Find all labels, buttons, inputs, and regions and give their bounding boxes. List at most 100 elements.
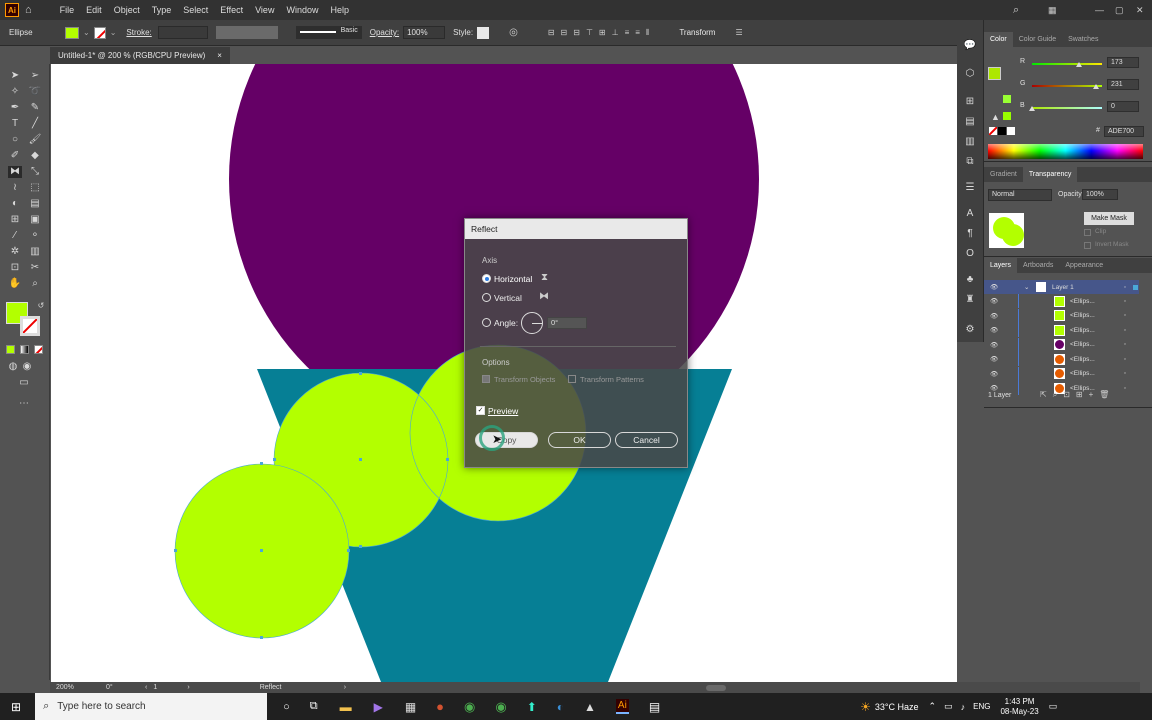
tab-swatches[interactable]: Swatches	[1062, 36, 1104, 43]
ellipse-tool-icon[interactable]: ○	[8, 134, 22, 146]
menu-view[interactable]: View	[249, 5, 280, 15]
align-top-icon[interactable]: ⊤	[586, 28, 593, 37]
target-icon[interactable]: ◦	[1124, 327, 1126, 334]
recolor-icon[interactable]: ◎	[509, 27, 518, 38]
target-icon[interactable]: ◦	[1124, 341, 1126, 348]
align-right-icon[interactable]: ⊟	[573, 28, 580, 37]
b-slider[interactable]	[1032, 107, 1102, 109]
shaper-tool-icon[interactable]: ✐	[8, 150, 22, 162]
new-layer-icon[interactable]: +	[1089, 390, 1100, 399]
visibility-eye-icon[interactable]: 👁	[990, 341, 998, 349]
chrome-icon[interactable]: ◉	[464, 699, 475, 715]
magic-wand-icon[interactable]: ✧	[8, 86, 22, 98]
artboard-tool-icon[interactable]: ⊡	[8, 262, 22, 274]
direct-selection-tool-icon[interactable]: ➢	[28, 70, 42, 82]
tab-layers[interactable]: Layers	[984, 258, 1018, 273]
arrange-icon[interactable]: ▦	[1048, 5, 1057, 16]
preview-checkbox[interactable]: ✓	[476, 406, 485, 415]
sublayer-icon[interactable]: ⊡	[1063, 390, 1076, 399]
tab-gradient[interactable]: Gradient	[984, 171, 1023, 178]
target-icon[interactable]: ◦	[1124, 284, 1126, 291]
warp-tool-icon[interactable]: ≀	[8, 182, 22, 194]
paintbrush-tool-icon[interactable]: 🖌	[28, 134, 42, 146]
shape-builder-icon[interactable]: ◐	[8, 198, 22, 210]
window-maximize-icon[interactable]: ▢	[1115, 5, 1124, 16]
black-swatch[interactable]	[998, 127, 1006, 135]
visibility-eye-icon[interactable]: 👁	[990, 326, 998, 334]
clip-mask-icon[interactable]: ⊞	[1076, 390, 1089, 399]
websafe-swatch[interactable]	[1003, 112, 1011, 120]
out-of-gamut-swatch[interactable]	[1003, 95, 1011, 103]
tab-color[interactable]: Color	[984, 32, 1013, 47]
angle-radio[interactable]	[482, 318, 491, 327]
distribute-v-icon[interactable]: ⫴	[646, 28, 649, 38]
opacity-field[interactable]: 100%	[403, 26, 446, 39]
visual-studio-icon[interactable]: ▶	[374, 700, 383, 714]
horizontal-scrollbar[interactable]	[706, 684, 727, 691]
weather-text[interactable]: 33°C Haze	[875, 702, 919, 712]
target-icon[interactable]: ◦	[1124, 370, 1126, 377]
angle-input[interactable]: 0°	[547, 317, 587, 329]
transform-patterns-label[interactable]: Transform Patterns	[580, 375, 644, 384]
pathfinder-icon[interactable]: ▥	[963, 136, 977, 148]
zoom-field[interactable]: 200%	[56, 684, 96, 691]
status-menu-icon[interactable]: ›	[344, 684, 346, 691]
align-left-icon[interactable]: ⊟	[548, 28, 555, 37]
none-mode-icon[interactable]	[34, 345, 43, 354]
r-value[interactable]: 173	[1107, 57, 1139, 68]
align-panel-icon[interactable]: ▤	[963, 116, 977, 128]
taskbar-search-box[interactable]: ⌕ Type here to search	[35, 693, 268, 720]
g-value[interactable]: 231	[1107, 79, 1139, 90]
layer-row[interactable]: 👁 <Ellips... ◦	[984, 352, 1139, 366]
panel-menu-icon[interactable]: ☰	[735, 28, 742, 37]
fill-swatch[interactable]	[65, 26, 79, 39]
powerpoint-icon[interactable]: ●	[436, 699, 444, 714]
expand-chevron-icon[interactable]: ⌄	[1024, 283, 1029, 291]
r-slider[interactable]	[1032, 63, 1102, 65]
screen-mode-icon[interactable]: ▭	[17, 377, 31, 389]
gradient-tool-icon[interactable]: ▣	[28, 214, 42, 226]
3d-icon[interactable]: ⬡	[963, 68, 977, 80]
vertical-label[interactable]: Vertical	[494, 293, 522, 303]
file-explorer-icon[interactable]: ▬	[340, 700, 352, 714]
target-icon[interactable]: ◦	[1124, 356, 1126, 363]
menu-select[interactable]: Select	[177, 5, 214, 15]
visibility-eye-icon[interactable]: 👁	[990, 283, 998, 291]
horizontal-label[interactable]: Horizontal	[494, 274, 532, 284]
style-swatch[interactable]	[477, 26, 490, 39]
menu-help[interactable]: Help	[324, 5, 355, 15]
layer-row[interactable]: 👁 <Ellips... ◦	[984, 294, 1139, 308]
tab-transparency[interactable]: Transparency	[1022, 167, 1078, 182]
paragraph-icon[interactable]: ¶	[963, 228, 977, 240]
cortana-icon[interactable]: ○	[283, 701, 290, 713]
mesh-tool-icon[interactable]: ⊞	[8, 214, 22, 226]
transform-patterns-checkbox[interactable]	[568, 375, 576, 383]
delete-layer-icon[interactable]: 🗑	[1099, 390, 1115, 399]
clip-checkbox[interactable]	[1084, 229, 1091, 236]
home-icon[interactable]: ⌂	[25, 4, 32, 16]
close-tab-icon[interactable]: ×	[217, 51, 222, 60]
visibility-eye-icon[interactable]: 👁	[990, 384, 998, 392]
lasso-icon[interactable]: ➰	[28, 86, 42, 98]
layer-row[interactable]: 👁 <Ellips... ◦	[984, 366, 1139, 381]
visibility-eye-icon[interactable]: 👁	[990, 297, 998, 305]
comments-icon[interactable]: 💬	[963, 40, 977, 52]
hand-tool-icon[interactable]: ✋	[8, 278, 22, 290]
clipboard-icon[interactable]: ▤	[649, 700, 660, 714]
white-swatch[interactable]	[1007, 127, 1015, 135]
angle-dial[interactable]	[521, 312, 543, 334]
transform-objects-label[interactable]: Transform Objects	[494, 375, 555, 384]
transform-panel-icon[interactable]: ⧉	[963, 156, 977, 168]
g-slider-thumb[interactable]	[1093, 84, 1099, 89]
target-icon[interactable]: ◦	[1124, 298, 1126, 305]
visibility-eye-icon[interactable]: 👁	[990, 370, 998, 378]
stroke-swatch[interactable]	[93, 26, 106, 39]
artboard-nav-prev-icon[interactable]: ‹	[145, 684, 147, 691]
invert-mask-checkbox[interactable]	[1084, 242, 1091, 249]
network-icon[interactable]: ▭	[944, 701, 953, 712]
stroke-weight-field[interactable]	[157, 26, 208, 39]
language-indicator[interactable]: ENG	[973, 702, 990, 711]
stroke-panel-icon[interactable]: ☰	[963, 182, 977, 194]
make-mask-button[interactable]: Make Mask	[1084, 212, 1134, 225]
target-icon[interactable]: ◦	[1124, 312, 1126, 319]
